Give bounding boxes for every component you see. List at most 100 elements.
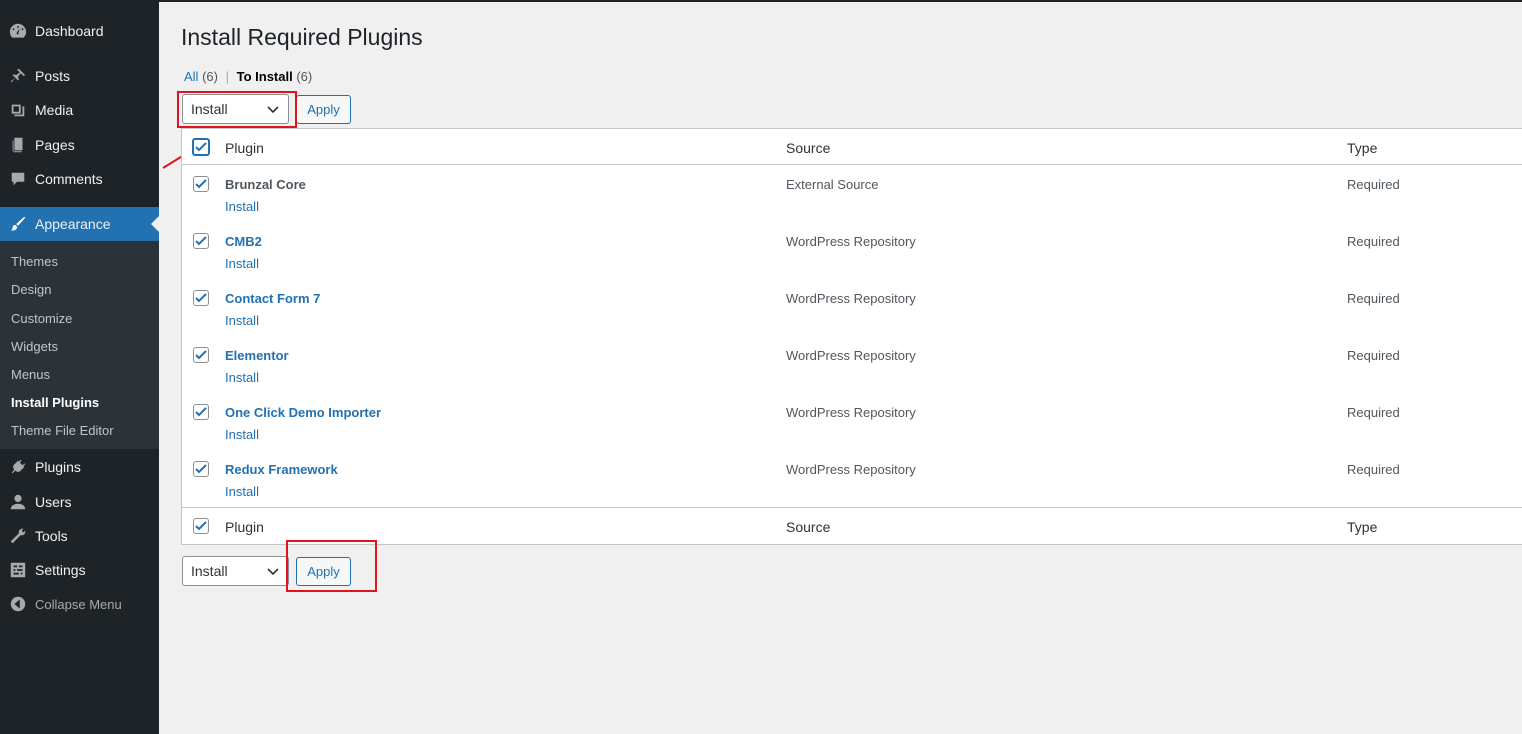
- table-row: Redux Framework Install WordPress Reposi…: [182, 450, 1522, 507]
- checkmark-icon: [195, 464, 207, 474]
- filter-separator: |: [225, 69, 229, 84]
- apply-button-top[interactable]: Apply: [296, 95, 351, 124]
- column-plugin-footer[interactable]: Plugin: [225, 519, 264, 535]
- install-link[interactable]: Install: [225, 370, 259, 385]
- plugin-type: Required: [1347, 348, 1400, 363]
- user-icon: [8, 492, 28, 512]
- comment-icon: [8, 169, 28, 189]
- row-checkbox[interactable]: [193, 461, 209, 477]
- plugin-name-link[interactable]: Contact Form 7: [225, 291, 320, 306]
- menu-posts[interactable]: Posts: [0, 59, 159, 93]
- plugin-type: Required: [1347, 291, 1400, 306]
- menu-tools[interactable]: Tools: [0, 519, 159, 553]
- plug-icon: [8, 457, 28, 477]
- menu-label: Dashboard: [35, 23, 104, 39]
- checkmark-icon: [195, 521, 207, 531]
- menu-label: Media: [35, 102, 74, 118]
- menu-pages[interactable]: Pages: [0, 128, 159, 162]
- menu-media[interactable]: Media: [0, 93, 159, 127]
- highlight-box-top: [177, 91, 297, 128]
- collapse-label: Collapse Menu: [35, 596, 122, 612]
- filter-to-install-count: (6): [296, 69, 313, 84]
- chevron-down-icon: [267, 568, 279, 576]
- row-checkbox[interactable]: [193, 290, 209, 306]
- plugin-name: Brunzal Core: [225, 177, 306, 192]
- column-type-footer[interactable]: Type: [1347, 519, 1377, 535]
- highlight-box-bottom: [286, 540, 377, 592]
- menu-settings[interactable]: Settings: [0, 553, 159, 587]
- plugin-name-link[interactable]: One Click Demo Importer: [225, 405, 381, 420]
- plugin-source: WordPress Repository: [786, 291, 916, 306]
- plugin-source: WordPress Repository: [786, 405, 916, 420]
- plugin-type: Required: [1347, 462, 1400, 477]
- table-footer: Plugin Source Type: [182, 507, 1522, 545]
- submenu-widgets[interactable]: Widgets: [11, 339, 58, 354]
- column-source[interactable]: Source: [786, 140, 830, 156]
- column-source-footer[interactable]: Source: [786, 519, 830, 535]
- appearance-submenu: Themes Design Customize Widgets Menus In…: [0, 241, 159, 449]
- checkmark-icon: [195, 407, 207, 417]
- menu-users[interactable]: Users: [0, 485, 159, 519]
- checkmark-icon: [195, 142, 207, 152]
- admin-sidebar: Dashboard Posts Media Pages Comments App…: [0, 0, 159, 734]
- bulk-action-value: Install: [191, 563, 228, 579]
- install-link[interactable]: Install: [225, 256, 259, 271]
- menu-label: Plugins: [35, 459, 81, 475]
- menu-dashboard[interactable]: Dashboard: [0, 14, 159, 48]
- row-checkbox[interactable]: [193, 347, 209, 363]
- checkmark-icon: [195, 179, 207, 189]
- submenu-menus[interactable]: Menus: [11, 367, 50, 382]
- collapse-icon: [8, 594, 28, 614]
- menu-comments[interactable]: Comments: [0, 162, 159, 196]
- table-header: Plugin Source Type: [182, 129, 1522, 165]
- menu-label: Pages: [35, 137, 75, 153]
- plugin-source: WordPress Repository: [786, 234, 916, 249]
- filter-to-install-link[interactable]: To Install: [237, 69, 293, 84]
- column-plugin[interactable]: Plugin: [225, 140, 264, 156]
- table-row: Brunzal Core Install External Source Req…: [182, 165, 1522, 222]
- status-filters: All (6) | To Install (6): [184, 69, 312, 84]
- plugin-source: WordPress Repository: [786, 462, 916, 477]
- checkmark-icon: [195, 350, 207, 360]
- table-row: One Click Demo Importer Install WordPres…: [182, 393, 1522, 450]
- menu-plugins[interactable]: Plugins: [0, 450, 159, 484]
- brush-icon: [8, 214, 28, 234]
- collapse-menu-button[interactable]: Collapse Menu: [0, 587, 159, 621]
- row-checkbox[interactable]: [193, 404, 209, 420]
- plugins-table: Plugin Source Type Brunzal Core Install …: [181, 128, 1522, 545]
- install-link[interactable]: Install: [225, 427, 259, 442]
- submenu-theme-file-editor[interactable]: Theme File Editor: [11, 423, 114, 438]
- submenu-install-plugins[interactable]: Install Plugins: [11, 395, 99, 410]
- submenu-design[interactable]: Design: [11, 282, 51, 297]
- row-checkbox[interactable]: [193, 233, 209, 249]
- table-row: Elementor Install WordPress Repository R…: [182, 336, 1522, 393]
- install-link[interactable]: Install: [225, 313, 259, 328]
- menu-label: Appearance: [35, 216, 111, 232]
- install-link[interactable]: Install: [225, 199, 259, 214]
- submenu-themes[interactable]: Themes: [11, 254, 58, 269]
- plugin-type: Required: [1347, 177, 1400, 192]
- table-row: Contact Form 7 Install WordPress Reposit…: [182, 279, 1522, 336]
- menu-label: Settings: [35, 562, 86, 578]
- plugin-source: External Source: [786, 177, 879, 192]
- menu-label: Posts: [35, 68, 71, 84]
- bulk-action-select-bottom[interactable]: Install: [182, 556, 289, 586]
- row-checkbox[interactable]: [193, 176, 209, 192]
- main-content: Install Required Plugins All (6) | To In…: [159, 0, 1522, 734]
- submenu-customize[interactable]: Customize: [11, 311, 72, 326]
- plugin-name-link[interactable]: Elementor: [225, 348, 289, 363]
- column-type[interactable]: Type: [1347, 140, 1377, 156]
- plugin-name-link[interactable]: CMB2: [225, 234, 262, 249]
- pin-icon: [8, 66, 28, 86]
- checkmark-icon: [195, 293, 207, 303]
- filter-all-count: (6): [202, 69, 218, 84]
- select-all-checkbox[interactable]: [192, 138, 210, 156]
- plugin-name-link[interactable]: Redux Framework: [225, 462, 338, 477]
- wrench-icon: [8, 526, 28, 546]
- menu-appearance[interactable]: Appearance: [0, 207, 159, 241]
- menu-label: Tools: [35, 528, 68, 544]
- menu-label: Users: [35, 494, 72, 510]
- select-all-checkbox-footer[interactable]: [193, 518, 209, 534]
- install-link[interactable]: Install: [225, 484, 259, 499]
- filter-all-link[interactable]: All: [184, 69, 198, 84]
